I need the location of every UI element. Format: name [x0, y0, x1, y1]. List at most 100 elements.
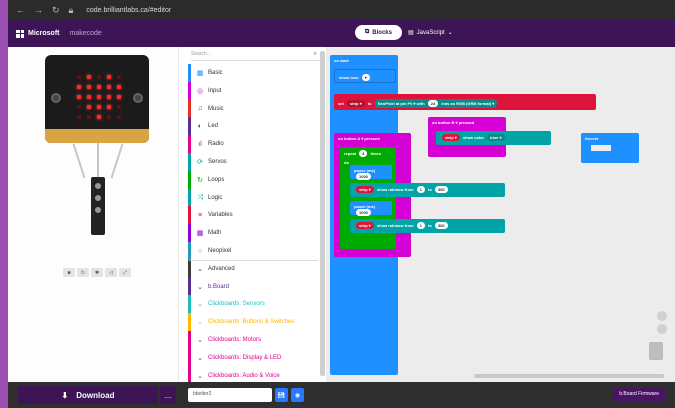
category-icon: ≡	[197, 211, 203, 219]
category-label: Music	[208, 105, 224, 112]
microsoft-logo-icon	[16, 29, 24, 38]
download-button[interactable]: ⬇ Download	[18, 386, 158, 404]
microbit-board[interactable]	[45, 55, 149, 143]
bottom-bar: ⬇ Download ... bbetter2 💾︎ ◉ b.Board Fir…	[8, 382, 675, 408]
pause-value-1[interactable]: 1000	[356, 173, 371, 180]
search-icon[interactable]: ⌕	[314, 51, 317, 58]
toolbox-category-basic[interactable]: ▦ Basic	[188, 64, 318, 82]
pause-value-2[interactable]: 1000	[356, 209, 371, 216]
neopixel-at-label: NeoPixel at pin P0	[377, 101, 413, 106]
rainbow-to-1[interactable]: 360	[434, 186, 448, 193]
forever-label: forever	[585, 136, 599, 141]
slowmo-icon[interactable]: ✱	[91, 268, 103, 277]
strip-var-2[interactable]: strip ▾	[356, 186, 374, 193]
show-color-block[interactable]: strip ▾ show color blue ▾	[436, 131, 551, 145]
toolbox-category-clickboards-motors[interactable]: ⌄ Clickboards: Motors	[188, 331, 318, 349]
toolbox-category-logic[interactable]: ⤨ Logic	[188, 188, 318, 207]
fullscreen-icon[interactable]: ⤢	[119, 268, 131, 277]
toolbox-category-led[interactable]: ◐ Led	[188, 117, 318, 136]
project-name-input[interactable]: bbetter2	[188, 388, 272, 402]
toolbox-category-clickboards-sensors[interactable]: ⌄ Clickboards: Sensors	[188, 295, 318, 314]
toolbox-category-math[interactable]: ▦ Math	[188, 224, 318, 243]
blocks-workspace[interactable]: on start show icon ▾ set strip ▾ to NeoP…	[326, 47, 675, 382]
pause-block-2[interactable]: pause (ms) 1000	[350, 201, 392, 216]
repeat-block[interactable]: repeat 4 times do	[340, 147, 396, 249]
rainbow-to-2[interactable]: 360	[434, 222, 448, 229]
chevron-down-icon[interactable]: ⌄	[448, 29, 453, 36]
browser-bar: ← → ↻ 🔒︎ code.brilliantlabs.ca/#editor	[8, 0, 675, 20]
category-icon: ⌄	[197, 283, 203, 291]
toolbox-category-advanced[interactable]: ⌄ Advanced	[188, 259, 318, 278]
pressed-label: pressed	[458, 120, 475, 125]
brand[interactable]: Microsoft makecode	[16, 29, 102, 38]
rainbow-from-1[interactable]: 1	[416, 186, 425, 193]
simulator-controls: ■ ↻ ✱ ◁ ⤢	[63, 268, 131, 277]
rainbow-block-2[interactable]: strip ▾ show rainbow from 1 to 360	[350, 219, 505, 233]
led-pixel	[87, 95, 91, 99]
javascript-tab[interactable]: ▤ JavaScript ⌄	[408, 29, 453, 37]
blocks-tab[interactable]: ⧉ Blocks	[355, 25, 402, 40]
github-button[interactable]: ◉	[291, 388, 304, 402]
color-dropdown[interactable]: blue ▾	[487, 134, 505, 141]
toolbox-category-clickboards-display-led[interactable]: ⌄ Clickboards: Display & LED	[188, 348, 318, 367]
forever-block[interactable]: forever	[581, 133, 639, 163]
zoom-out-icon[interactable]	[657, 324, 667, 334]
category-label: Clickboards: Display & LED	[208, 354, 282, 361]
forward-icon[interactable]: →	[34, 5, 43, 15]
category-icon: ▦	[196, 230, 204, 238]
led-pixel	[97, 85, 101, 89]
category-icon: ▦	[196, 70, 204, 77]
firmware-button[interactable]: b.Board Firmware	[613, 388, 665, 402]
rainbow-from-2[interactable]: 1	[416, 222, 425, 229]
category-icon: ↻	[197, 176, 203, 184]
trash-icon[interactable]	[649, 342, 663, 360]
led-pixel	[117, 115, 121, 119]
toolbox-category-neopixel[interactable]: ○ Neopixel	[188, 242, 318, 260]
zoom-in-icon[interactable]	[657, 311, 667, 321]
rainbow-block-1[interactable]: strip ▾ show rainbow from 1 to 360	[350, 183, 505, 197]
rgb-format-dropdown[interactable]: RGB (GRB format)	[456, 101, 491, 106]
reload-icon[interactable]: ↻	[52, 5, 60, 16]
rainbow-label-1: show rainbow from	[376, 187, 414, 192]
toolbox-search-input[interactable]: Search... ⌕	[191, 51, 321, 61]
download-icon: ⬇	[61, 390, 69, 400]
led-count-input[interactable]: 24	[427, 100, 439, 107]
app-frame: ← → ↻ 🔒︎ code.brilliantlabs.ca/#editor M…	[8, 0, 675, 408]
restart-icon[interactable]: ↻	[77, 268, 89, 277]
more-button[interactable]: ...	[160, 386, 176, 404]
toolbox-category-radio[interactable]: ıl Radio	[188, 135, 318, 154]
toolbox-scrollbar[interactable]	[320, 51, 325, 376]
on-button-b-label: on button B	[432, 120, 455, 125]
workspace-scrollbar[interactable]	[474, 374, 664, 378]
show-color-label: show color	[462, 135, 485, 140]
save-button[interactable]: 💾︎	[275, 388, 288, 402]
toolbox-category-b-board[interactable]: ⌄ b.Board	[188, 277, 318, 296]
repeat-count-input[interactable]: 4	[359, 150, 368, 157]
strip-var[interactable]: strip ▾	[442, 134, 460, 141]
mute-icon[interactable]: ◁	[105, 268, 117, 277]
address-bar[interactable]: code.brilliantlabs.ca/#editor	[86, 7, 171, 14]
category-icon: ⌄	[197, 319, 203, 327]
strip-dropdown[interactable]: strip ▾	[346, 100, 365, 107]
toolbox-category-music[interactable]: ♫ Music	[188, 99, 318, 118]
strip-var-3[interactable]: strip ▾	[356, 222, 374, 229]
toolbox-category-loops[interactable]: ↻ Loops	[188, 170, 318, 189]
neopixel-create-block[interactable]: NeoPixel at pin P0 ▾ with 24 leds as RGB…	[374, 99, 498, 108]
icon-picker[interactable]: ▾	[361, 74, 370, 81]
stop-icon[interactable]: ■	[63, 268, 75, 277]
set-strip-block[interactable]: set strip ▾ to NeoPixel at pin P0 ▾ with…	[334, 94, 596, 110]
show-icon-block[interactable]: show icon ▾	[334, 69, 396, 83]
button-a[interactable]	[51, 93, 61, 103]
category-label: Logic	[208, 194, 223, 201]
pause-block-1[interactable]: pause (ms) 1000	[350, 165, 392, 180]
toolbox-category-servos[interactable]: ⟳ Servos	[188, 153, 318, 171]
toolbox-category-clickboards-buttons-switches[interactable]: ⌄ Clickboards: Buttons & Switches	[188, 313, 318, 332]
category-label: Advanced	[208, 266, 235, 273]
button-b[interactable]	[133, 93, 143, 103]
rainbow-to-word-1: to	[428, 187, 432, 192]
search-placeholder: Search...	[191, 51, 212, 57]
toolbox-category-variables[interactable]: ≡ Variables	[188, 206, 318, 225]
back-icon[interactable]: ←	[16, 5, 25, 15]
leds-as-label: leds as	[441, 101, 455, 106]
toolbox-category-input[interactable]: ◎ Input	[188, 81, 318, 100]
